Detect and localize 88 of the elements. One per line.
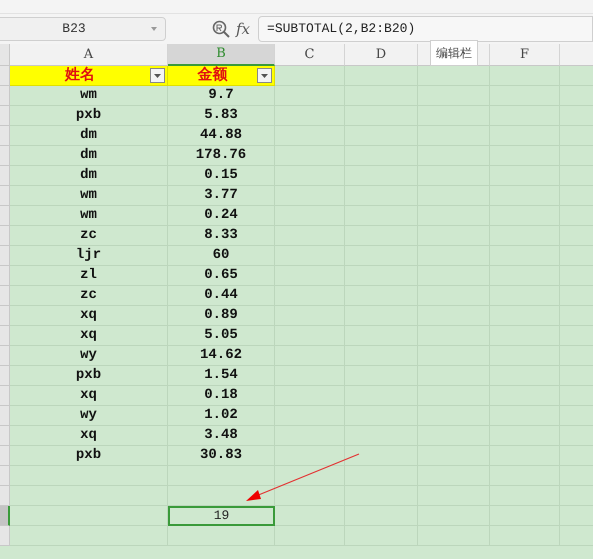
row-header[interactable] — [0, 386, 10, 406]
row-header[interactable] — [0, 406, 10, 426]
cell-text: dm — [80, 146, 97, 165]
selected-cell[interactable]: 19 — [168, 506, 275, 526]
header-text: 金额 — [196, 65, 228, 86]
row-header[interactable] — [0, 44, 10, 66]
column-header[interactable]: C — [275, 44, 345, 66]
name-box[interactable]: B23 — [0, 17, 166, 41]
cell-text: 1.02 — [204, 406, 238, 425]
row-header[interactable] — [0, 86, 10, 106]
cell-text: wy — [80, 346, 97, 365]
grid-cell — [275, 506, 345, 526]
cell-text: 1.54 — [204, 366, 238, 385]
header-text: 姓名 — [64, 65, 96, 86]
row-header[interactable] — [0, 526, 10, 546]
tooltip: 编辑栏 — [430, 40, 478, 66]
dropdown-caret-icon — [261, 74, 268, 78]
column-header[interactable] — [560, 44, 593, 66]
row-header[interactable] — [0, 346, 10, 366]
cell-text: wm — [80, 206, 97, 225]
grid-cell — [275, 526, 345, 546]
cell-text: pxb — [76, 366, 102, 385]
cell-text: wy — [80, 406, 97, 425]
cell-text: xq — [80, 326, 97, 345]
row-header[interactable] — [0, 486, 10, 506]
row-header[interactable] — [0, 186, 10, 206]
cell-text: 0.24 — [204, 206, 238, 225]
cell-text: 3.77 — [204, 186, 238, 205]
grid-cell — [490, 66, 560, 86]
row-header[interactable] — [0, 446, 10, 466]
cell-text: 0.18 — [204, 386, 238, 405]
cell-text: wm — [80, 86, 97, 105]
cell-text: 14.62 — [200, 346, 242, 365]
row-header[interactable] — [0, 306, 10, 326]
row-header[interactable] — [0, 66, 10, 86]
cell-text: 0.65 — [204, 266, 238, 285]
row-header[interactable] — [0, 426, 10, 446]
cell-text: zc — [80, 286, 97, 305]
cell-text: 0.89 — [204, 306, 238, 325]
cell-text: 8.33 — [204, 226, 238, 245]
grid-cell — [275, 466, 345, 486]
row-header[interactable] — [0, 206, 10, 226]
column-header[interactable]: F — [490, 44, 560, 66]
filter-button[interactable] — [257, 68, 272, 83]
cell-text: 30.83 — [200, 446, 242, 465]
cell-text: xq — [80, 306, 97, 325]
row-header[interactable] — [0, 506, 10, 526]
row-header[interactable] — [0, 286, 10, 306]
row-header[interactable] — [0, 146, 10, 166]
row-header[interactable] — [0, 466, 10, 486]
grid-cell — [275, 486, 345, 506]
row-header[interactable] — [0, 246, 10, 266]
cell-text: 0.44 — [204, 286, 238, 305]
cell-text: xq — [80, 426, 97, 445]
cell-text: ljr — [76, 246, 102, 265]
cell-text: xq — [80, 386, 97, 405]
formula-field[interactable]: =SUBTOTAL(2,B2:B20) — [258, 16, 593, 42]
column-header[interactable]: A — [10, 44, 168, 66]
dropdown-caret-icon — [154, 74, 161, 78]
cell-text: 5.05 — [204, 326, 238, 345]
cell-text: pxb — [76, 106, 102, 125]
cell-text: wm — [80, 186, 97, 205]
dropdown-caret-icon — [151, 27, 157, 31]
cell-text: 178.76 — [196, 146, 246, 165]
cell-text: dm — [80, 166, 97, 185]
row-header[interactable] — [0, 226, 10, 246]
filter-button[interactable] — [150, 68, 165, 83]
row-header[interactable] — [0, 366, 10, 386]
row-header[interactable] — [0, 266, 10, 286]
cell-text: dm — [80, 126, 97, 145]
cell-text: 9.7 — [208, 86, 234, 105]
row-header[interactable] — [0, 126, 10, 146]
cell-text: 0.15 — [204, 166, 238, 185]
cell-text: 60 — [212, 246, 230, 265]
cell-text: zc — [80, 226, 97, 245]
grid-cell — [275, 66, 345, 86]
row-header[interactable] — [0, 326, 10, 346]
cell-text: pxb — [76, 446, 102, 465]
column-header[interactable]: D — [345, 44, 418, 66]
row-header[interactable] — [0, 106, 10, 126]
function-button[interactable]: fx — [236, 18, 250, 40]
row-header[interactable] — [0, 166, 10, 186]
cell-text: 5.83 — [204, 106, 238, 125]
cell-reference: B23 — [61, 20, 87, 38]
cell-text: 44.88 — [200, 126, 242, 145]
cell-text: zl — [80, 266, 97, 285]
zoom-icon[interactable] — [212, 20, 230, 38]
cell-text: 3.48 — [204, 426, 238, 445]
